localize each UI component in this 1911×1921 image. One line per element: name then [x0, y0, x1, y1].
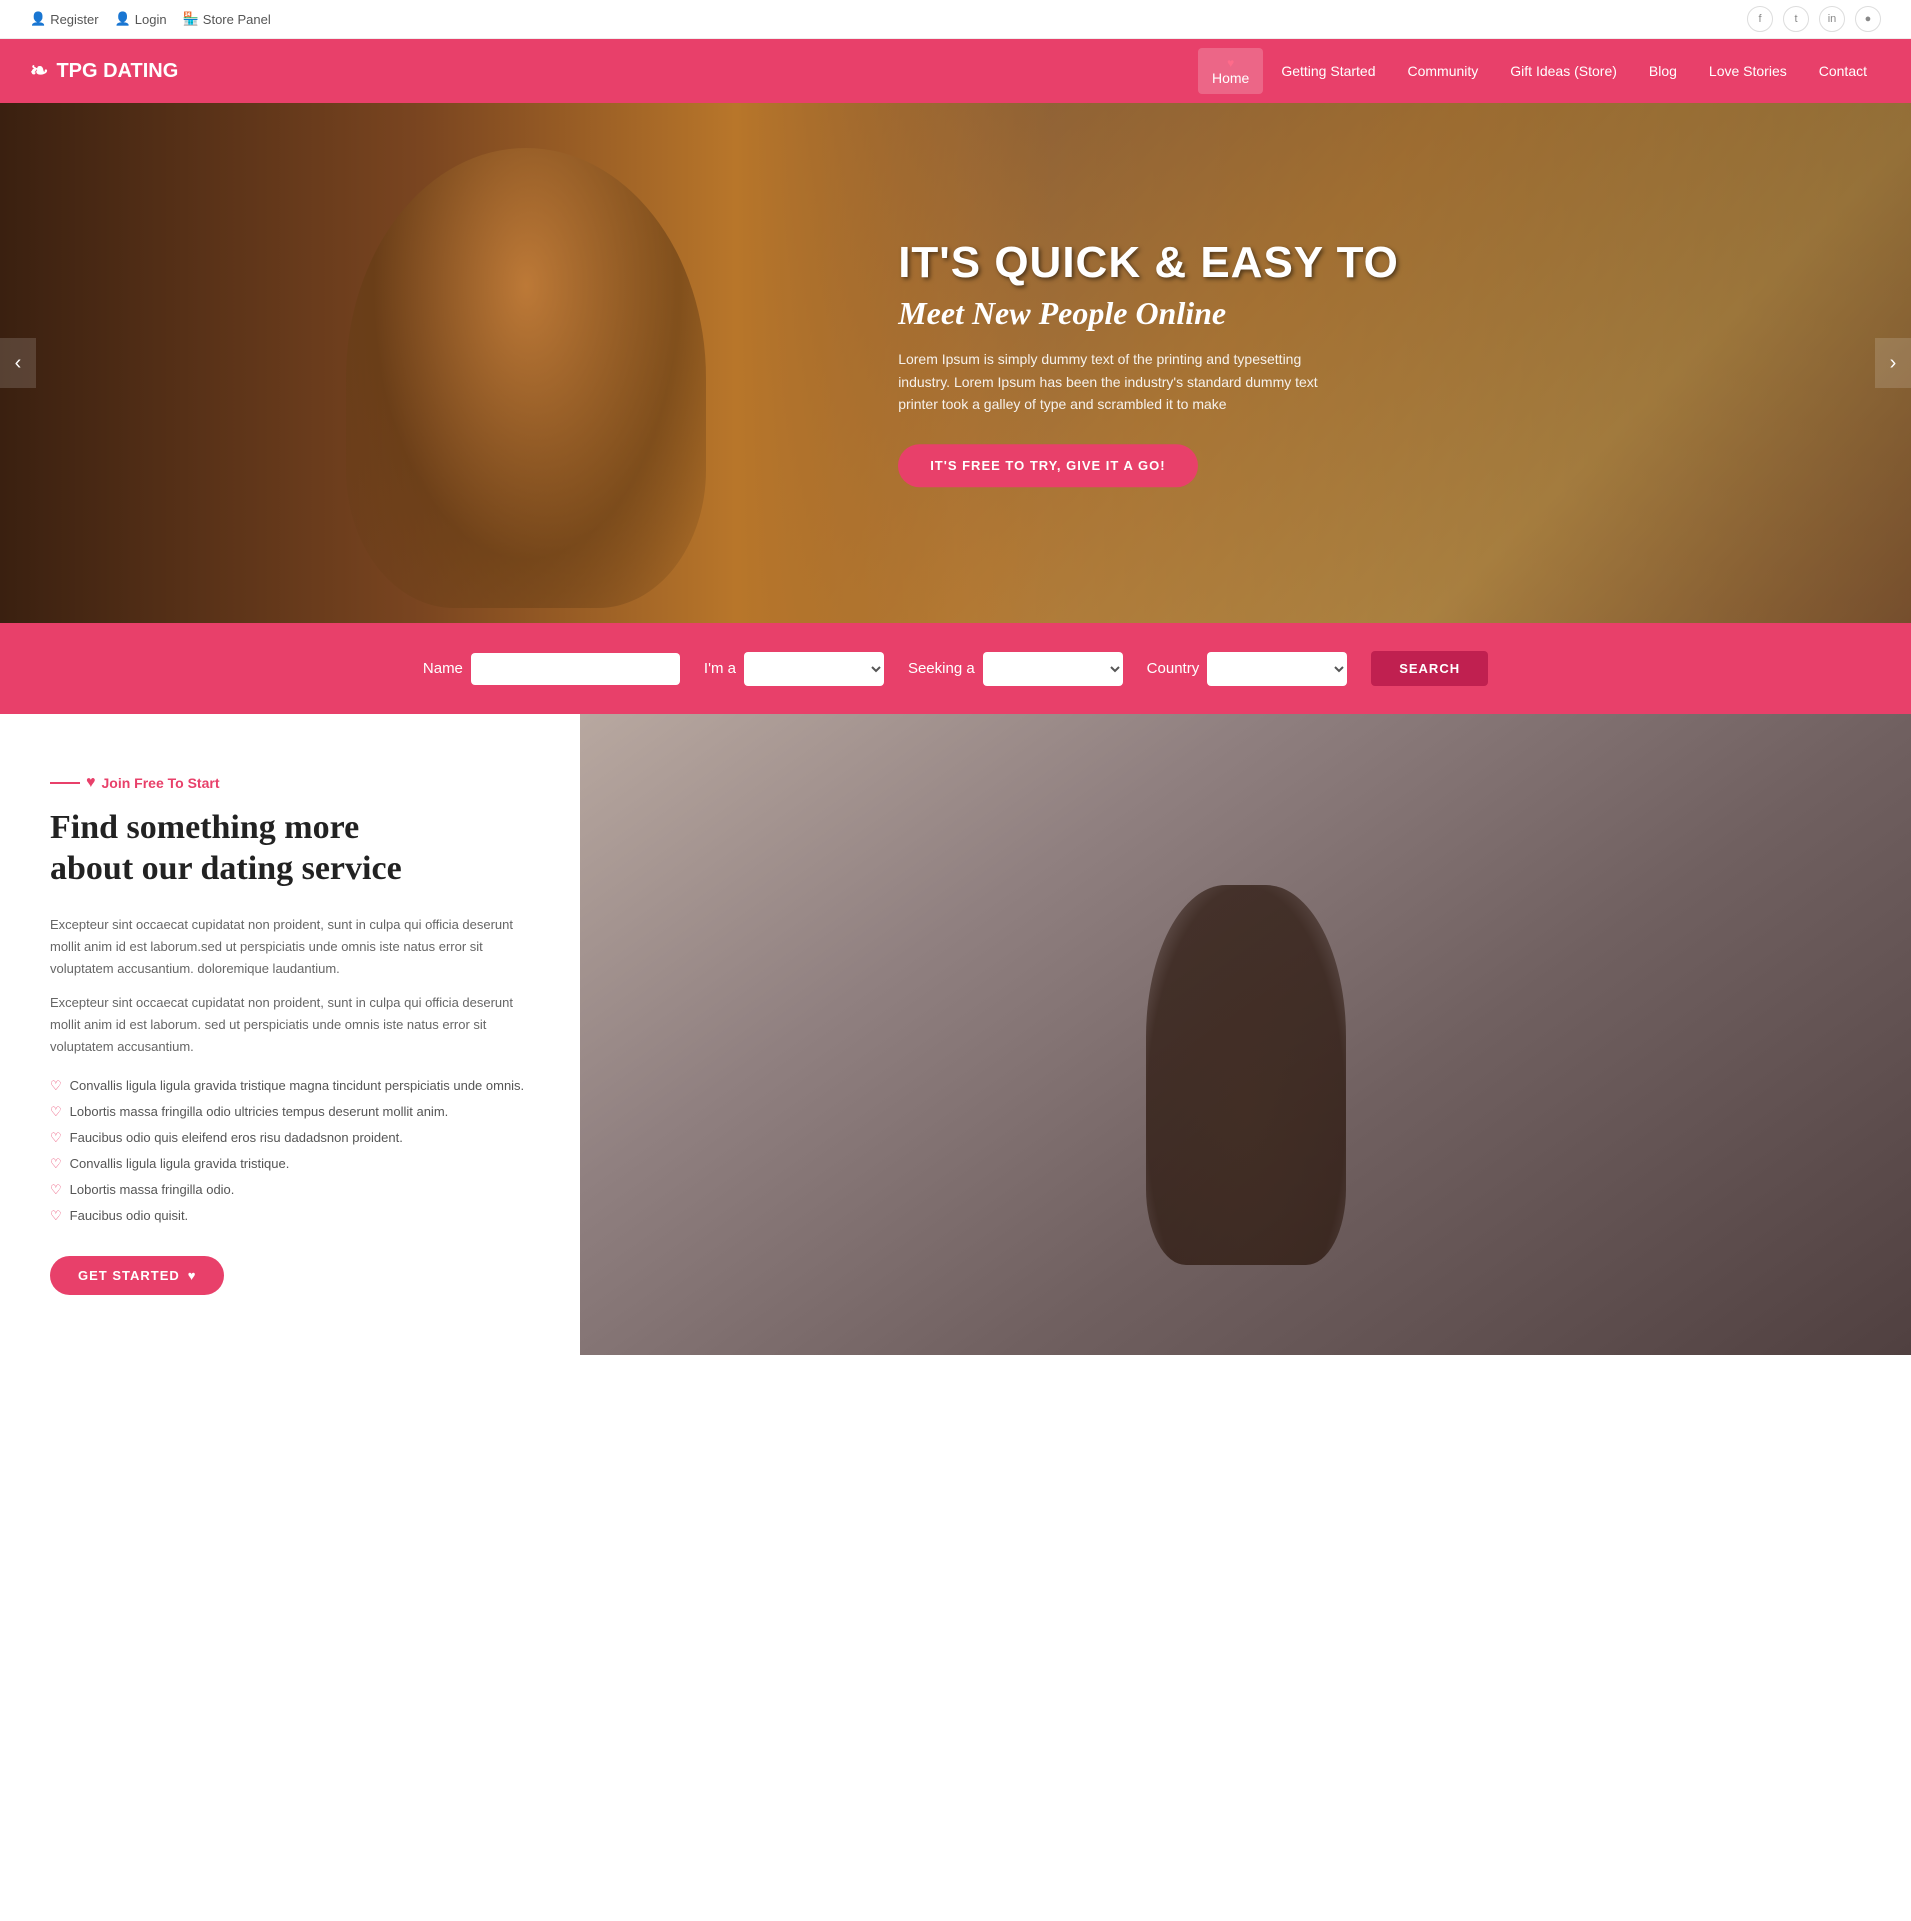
get-started-heart-icon: ♥: [188, 1268, 197, 1283]
logo[interactable]: ❧ TPG DATING: [30, 58, 178, 84]
nav-love-stories[interactable]: Love Stories: [1695, 55, 1801, 87]
store-panel-label: Store Panel: [203, 12, 271, 27]
country-field-group: Country USA UK Australia Canada: [1147, 652, 1348, 686]
im-a-label: I'm a: [704, 660, 736, 677]
about-title-line2: about our dating service: [50, 850, 402, 887]
nav-gift-ideas[interactable]: Gift Ideas (Store): [1496, 55, 1631, 87]
hero-image: [0, 103, 1051, 623]
hero-description: Lorem Ipsum is simply dummy text of the …: [898, 349, 1318, 416]
country-label: Country: [1147, 660, 1200, 677]
store-icon: 🏪: [183, 11, 199, 27]
list-item: ♡Faucibus odio quisit.: [50, 1208, 530, 1224]
chevron-right-icon: ›: [1890, 352, 1897, 375]
heart-bullet-icon: ♡: [50, 1104, 62, 1120]
about-image: [580, 714, 1911, 1355]
about-features-list: ♡Convallis ligula ligula gravida tristiq…: [50, 1078, 530, 1224]
login-icon: 👤: [115, 11, 131, 27]
list-item: ♡Lobortis massa fringilla odio ultricies…: [50, 1104, 530, 1120]
main-nav: ♥ Home Getting Started Community Gift Id…: [1198, 48, 1881, 94]
about-tag-line: ♥ Join Free To Start: [50, 774, 219, 792]
hero-content: IT'S QUICK & EASY TO Meet New People Onl…: [898, 239, 1815, 487]
im-a-field-group: I'm a Man Woman: [704, 652, 884, 686]
header: ❧ TPG DATING ♥ Home Getting Started Comm…: [0, 39, 1911, 103]
social-links: f t in ●: [1747, 6, 1881, 32]
login-link[interactable]: 👤 Login: [115, 11, 167, 27]
about-desc2: Excepteur sint occaecat cupidatat non pr…: [50, 992, 530, 1058]
store-panel-link[interactable]: 🏪 Store Panel: [183, 11, 271, 27]
get-started-label: GET STARTED: [78, 1268, 180, 1283]
name-field-group: Name: [423, 653, 680, 685]
other-social-link[interactable]: ●: [1855, 6, 1881, 32]
hero-section: IT'S QUICK & EASY TO Meet New People Onl…: [0, 103, 1911, 623]
list-item: ♡Convallis ligula ligula gravida tristiq…: [50, 1078, 530, 1094]
facebook-link[interactable]: f: [1747, 6, 1773, 32]
nav-community[interactable]: Community: [1394, 55, 1493, 87]
seeking-label: Seeking a: [908, 660, 975, 677]
heart-bullet-icon: ♡: [50, 1208, 62, 1224]
hero-title-lower: Meet New People Online: [898, 296, 1815, 333]
nav-home-heart: ♥: [1212, 56, 1249, 70]
search-bar: Name I'm a Man Woman Seeking a Man Woman…: [0, 623, 1911, 714]
hero-prev-button[interactable]: ‹: [0, 338, 36, 388]
about-content: ♥ Join Free To Start Find something more…: [0, 714, 580, 1355]
list-item: ♡Lobortis massa fringilla odio.: [50, 1182, 530, 1198]
chevron-left-icon: ‹: [15, 352, 22, 375]
twitter-link[interactable]: t: [1783, 6, 1809, 32]
heart-bullet-icon: ♡: [50, 1130, 62, 1146]
about-section: ♥ Join Free To Start Find something more…: [0, 714, 1911, 1355]
about-tag-label: Join Free To Start: [102, 775, 220, 791]
nav-blog[interactable]: Blog: [1635, 55, 1691, 87]
hero-next-button[interactable]: ›: [1875, 338, 1911, 388]
logo-icon: ❧: [30, 58, 48, 84]
about-title-line1: Find something more: [50, 809, 359, 846]
register-icon: 👤: [30, 11, 46, 27]
get-started-button[interactable]: GET STARTED ♥: [50, 1256, 224, 1295]
name-label: Name: [423, 660, 463, 677]
login-label: Login: [135, 12, 167, 27]
about-heart-icon: ♥: [86, 774, 96, 792]
hero-cta-button[interactable]: IT'S FREE TO TRY, GIVE IT A GO!: [898, 444, 1197, 487]
nav-getting-started[interactable]: Getting Started: [1267, 55, 1389, 87]
seeking-select[interactable]: Man Woman: [983, 652, 1123, 686]
logo-text: TPG DATING: [56, 60, 178, 83]
list-item: ♡Faucibus odio quis eleifend eros risu d…: [50, 1130, 530, 1146]
search-button[interactable]: SEARCH: [1371, 651, 1488, 686]
instagram-link[interactable]: in: [1819, 6, 1845, 32]
heart-bullet-icon: ♡: [50, 1078, 62, 1094]
seeking-field-group: Seeking a Man Woman: [908, 652, 1123, 686]
about-couple-figure: [1096, 845, 1396, 1265]
top-bar-links: 👤 Register 👤 Login 🏪 Store Panel: [30, 11, 271, 27]
name-input[interactable]: [471, 653, 680, 685]
about-desc1: Excepteur sint occaecat cupidatat non pr…: [50, 914, 530, 980]
couple-silhouette: [346, 148, 706, 608]
top-bar: 👤 Register 👤 Login 🏪 Store Panel f t in …: [0, 0, 1911, 39]
list-item: ♡Convallis ligula ligula gravida tristiq…: [50, 1156, 530, 1172]
hero-title-upper: IT'S QUICK & EASY TO: [898, 239, 1815, 287]
register-label: Register: [50, 12, 98, 27]
about-title: Find something more about our dating ser…: [50, 808, 530, 890]
heart-bullet-icon: ♡: [50, 1156, 62, 1172]
about-tag: ♥ Join Free To Start: [50, 774, 530, 792]
nav-contact[interactable]: Contact: [1805, 55, 1881, 87]
country-select[interactable]: USA UK Australia Canada: [1207, 652, 1347, 686]
im-a-select[interactable]: Man Woman: [744, 652, 884, 686]
register-link[interactable]: 👤 Register: [30, 11, 99, 27]
heart-bullet-icon: ♡: [50, 1182, 62, 1198]
nav-home[interactable]: ♥ Home: [1198, 48, 1263, 94]
about-image-inner: [580, 714, 1911, 1355]
